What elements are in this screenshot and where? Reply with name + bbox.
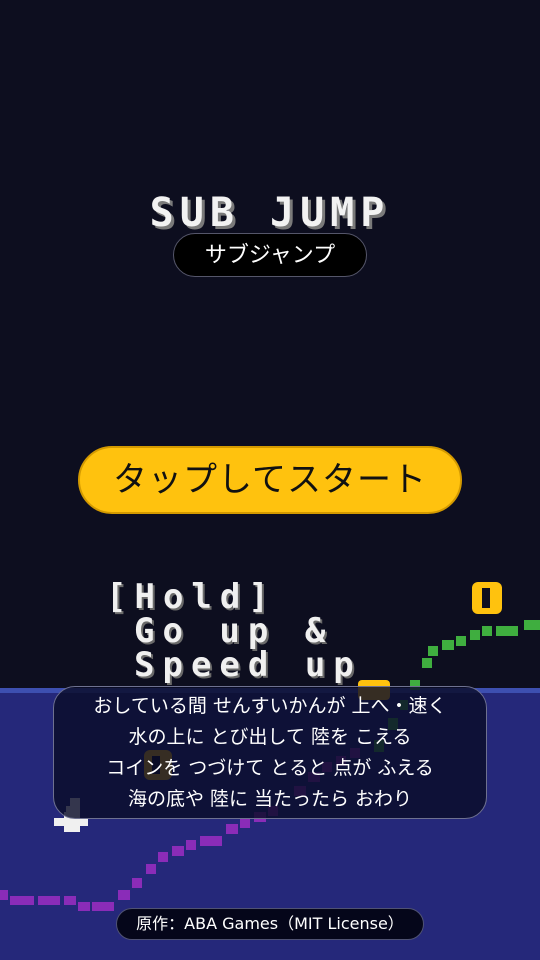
- game-title-japanese: サブジャンプ: [173, 233, 367, 277]
- instruction-line: 水の上に とび出して 陸を こえる: [128, 726, 412, 748]
- hold-instruction: [Hold] Go up & Speed up: [106, 580, 362, 682]
- start-button[interactable]: タップしてスタート: [78, 446, 462, 514]
- instruction-line: 海の底や 陸に 当たったら おわり: [127, 788, 413, 810]
- game-title-logo: SUB JUMP: [149, 190, 391, 236]
- instructions-panel: おしている間 せんすいかんが 上へ・速く 水の上に とび出して 陸を こえる コ…: [53, 686, 487, 819]
- hold-instruction-line: Speed up: [134, 645, 362, 685]
- instruction-line: コインを つづけて とると 点が ふえる: [106, 757, 434, 779]
- instruction-line: おしている間 せんすいかんが 上へ・速く: [93, 695, 447, 717]
- credit-badge: 原作：ABA Games（MIT License）: [116, 908, 424, 940]
- hold-instruction-line: Go up &: [134, 611, 334, 651]
- hold-instruction-line: [Hold]: [106, 577, 277, 617]
- coin: [472, 582, 502, 614]
- game-stage[interactable]: SUB JUMP サブジャンプ タップしてスタート [Hold] Go up & S…: [0, 0, 540, 960]
